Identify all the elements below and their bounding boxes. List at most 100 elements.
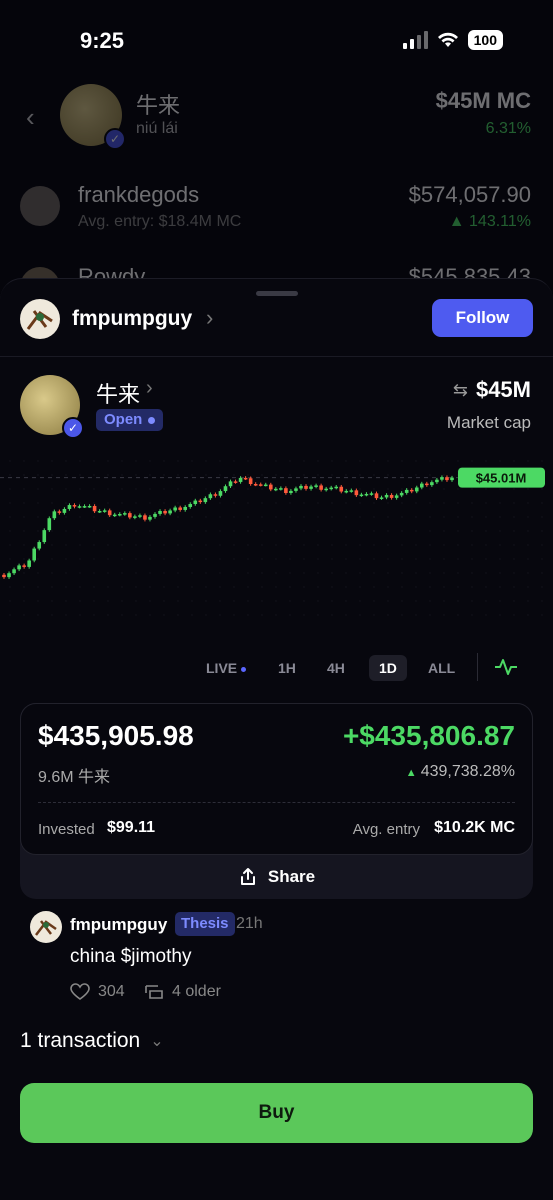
grid-dot <box>401 600 403 602</box>
grid-dot <box>121 502 123 504</box>
grid-dot <box>177 488 179 490</box>
user-row[interactable]: fmpumpguy › Follow <box>0 297 553 357</box>
candle <box>364 493 369 496</box>
grid-dot <box>37 516 39 518</box>
range-all[interactable]: ALL <box>418 655 465 681</box>
grid-dot <box>387 558 389 560</box>
grid-dot <box>23 572 25 574</box>
market-cap-value[interactable]: ⇆ $45M <box>453 377 531 403</box>
grid-dot <box>9 474 11 476</box>
market-cap-amount: $45M <box>475 377 531 402</box>
grid-dot <box>443 460 445 462</box>
live-dot-icon <box>241 666 247 672</box>
candle <box>223 486 228 492</box>
grid-dot <box>387 572 389 574</box>
candle <box>344 490 349 493</box>
back-chevron-icon[interactable]: ‹ <box>26 102 35 133</box>
grid-dot <box>247 502 249 504</box>
verified-icon: ✓ <box>104 128 126 150</box>
author-avatar[interactable] <box>30 911 62 943</box>
grid-dot <box>37 600 39 602</box>
grid-dot <box>191 488 193 490</box>
sheet-grabber[interactable] <box>256 291 298 296</box>
grid-dot <box>107 502 109 504</box>
grid-dot <box>443 614 445 616</box>
candle <box>42 530 47 543</box>
grid-dot <box>457 558 459 560</box>
grid-dot <box>51 460 53 462</box>
avg-entry-label: Avg. entry <box>352 821 420 838</box>
thesis-text: china $jimothy <box>70 946 192 967</box>
buy-button[interactable]: Buy <box>20 1083 533 1143</box>
grid-dot <box>541 488 543 490</box>
grid-dot <box>205 530 207 532</box>
status-bar: 9:25 100 <box>0 0 553 70</box>
grid-dot <box>415 474 417 476</box>
grid-dot <box>443 586 445 588</box>
grid-dot <box>527 460 529 462</box>
share-button[interactable]: Share <box>20 855 533 899</box>
token-name[interactable]: 牛来 <box>96 377 140 409</box>
grid-dot <box>541 460 543 462</box>
grid-dot <box>9 516 11 518</box>
invested-value: $99.11 <box>107 819 156 836</box>
candle <box>445 477 449 481</box>
grid-dot <box>121 572 123 574</box>
grid-dot <box>23 502 25 504</box>
grid-dot <box>219 460 221 462</box>
chart-type-icon[interactable] <box>494 657 518 677</box>
candle <box>203 498 208 503</box>
grid-dot <box>303 614 305 616</box>
grid-dot <box>149 614 151 616</box>
grid-dot <box>163 614 165 616</box>
price-chart[interactable]: $45.01M <box>0 457 553 617</box>
transactions-toggle[interactable]: 1 transaction ⌄ <box>20 1029 164 1053</box>
username[interactable]: fmpumpguy <box>72 307 192 331</box>
thesis-author[interactable]: fmpumpguy <box>70 915 167 935</box>
grid-dot <box>205 600 207 602</box>
grid-dot <box>541 558 543 560</box>
grid-dot <box>219 586 221 588</box>
grid-dot <box>51 544 53 546</box>
candle <box>258 484 263 486</box>
bottom-sheet: fmpumpguy › Follow ✓ 牛来 › Open ⇆ $45M Mar… <box>0 278 553 1200</box>
grid-dot <box>303 572 305 574</box>
grid-dot <box>37 460 39 462</box>
follow-button[interactable]: Follow <box>432 299 533 337</box>
grid-dot <box>485 516 487 518</box>
candle <box>37 542 42 549</box>
grid-dot <box>93 544 95 546</box>
grid-dot <box>163 600 165 602</box>
older-theses-button[interactable]: 4 older <box>144 983 221 1001</box>
candle <box>47 518 52 531</box>
grid-dot <box>275 614 277 616</box>
grid-dot <box>317 614 319 616</box>
grid-dot <box>331 586 333 588</box>
grid-dot <box>289 460 291 462</box>
range-4h[interactable]: 4H <box>317 655 355 681</box>
position-summary: $435,905.98 +$435,806.87 9.6M 牛来 ▲ 439,73… <box>20 703 533 855</box>
grid-dot <box>79 502 81 504</box>
grid-dot <box>471 572 473 574</box>
grid-dot <box>331 516 333 518</box>
grid-dot <box>317 600 319 602</box>
grid-dot <box>401 544 403 546</box>
candle <box>198 500 203 503</box>
range-1h[interactable]: 1H <box>268 655 306 681</box>
thesis-badge: Thesis <box>175 912 235 936</box>
grid-dot <box>303 502 305 504</box>
grid-dot <box>261 586 263 588</box>
like-button[interactable]: 304 <box>70 983 125 1001</box>
candle <box>92 505 97 512</box>
grid-dot <box>331 502 333 504</box>
grid-dot <box>289 614 291 616</box>
grid-dot <box>317 544 319 546</box>
grid-dot <box>233 488 235 490</box>
candle <box>228 481 233 487</box>
candle <box>243 477 248 480</box>
grid-dot <box>121 530 123 532</box>
grid-dot <box>261 474 263 476</box>
range-1d[interactable]: 1D <box>369 655 407 681</box>
range-live[interactable]: LIVE <box>196 655 256 681</box>
grid-dot <box>149 460 151 462</box>
